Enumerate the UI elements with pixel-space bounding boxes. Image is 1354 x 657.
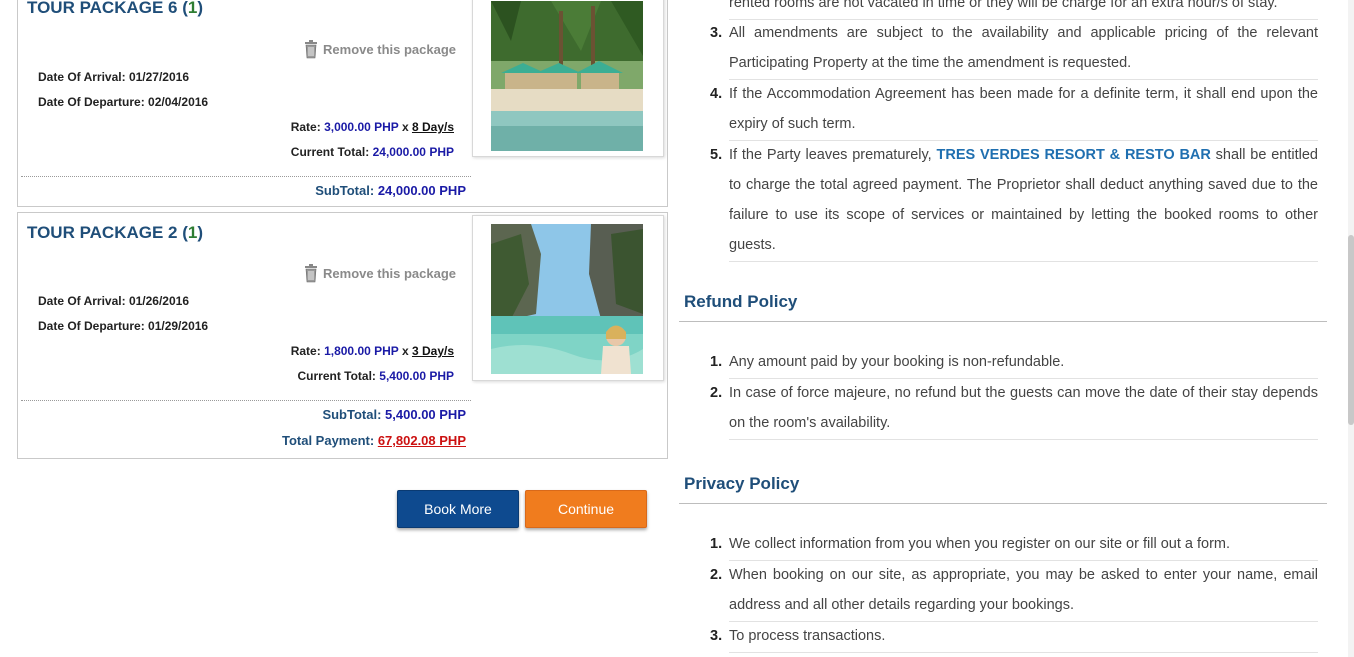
privacy-item-3: 3. To process transactions. bbox=[710, 621, 1318, 653]
refund-policy-title: Refund Policy bbox=[684, 292, 798, 311]
package-card-6: TOUR PACKAGE 6 (1) Remove this package D… bbox=[17, 0, 668, 207]
current-total: Current Total: 5,400.00 PHP bbox=[297, 369, 454, 383]
package-card-2: TOUR PACKAGE 2 (1) Remove this package D… bbox=[17, 212, 668, 459]
resort-name: TRES VERDES RESORT & RESTO BAR bbox=[936, 147, 1211, 163]
package-title: TOUR PACKAGE 2 (1) bbox=[27, 223, 204, 242]
total-payment: Total Payment: 67,802.08 PHP bbox=[281, 433, 466, 448]
divider bbox=[21, 400, 471, 401]
scrollbar-thumb[interactable] bbox=[1348, 235, 1354, 425]
trash-icon bbox=[305, 264, 318, 283]
trash-icon bbox=[305, 40, 318, 59]
package-count: 1 bbox=[187, 0, 198, 17]
package-count: 1 bbox=[187, 223, 198, 242]
days-link[interactable]: 8 Day/s bbox=[412, 120, 454, 134]
departure-date: Date Of Departure: 01/29/2016 bbox=[38, 319, 209, 333]
arrival-date: Date Of Arrival: 01/27/2016 bbox=[38, 70, 189, 84]
divider bbox=[21, 176, 471, 177]
privacy-item-2: 2. When booking on our site, as appropri… bbox=[710, 560, 1318, 622]
package-title: TOUR PACKAGE 6 (1) bbox=[27, 0, 204, 17]
terms-item-5: 5. If the Party leaves prematurely, TRES… bbox=[710, 140, 1318, 262]
continue-button[interactable]: Continue bbox=[525, 490, 647, 528]
terms-item-4: 4. If the Accommodation Agreement has be… bbox=[710, 79, 1318, 141]
days-link[interactable]: 3 Day/s bbox=[412, 344, 454, 358]
lagoon-photo bbox=[491, 224, 643, 374]
remove-package-button[interactable]: Remove this package bbox=[303, 263, 456, 283]
arrival-date: Date Of Arrival: 01/26/2016 bbox=[38, 294, 189, 308]
resort-photo bbox=[491, 1, 643, 151]
book-more-button[interactable]: Book More bbox=[397, 490, 519, 528]
departure-date: Date Of Departure: 02/04/2016 bbox=[38, 95, 209, 109]
subtotal: SubTotal: 5,400.00 PHP bbox=[322, 407, 466, 422]
current-total: Current Total: 24,000.00 PHP bbox=[290, 145, 454, 159]
privacy-policy-header: Privacy Policy bbox=[679, 468, 1327, 504]
privacy-item-1: 1. We collect information from you when … bbox=[710, 529, 1318, 561]
refund-item-1: 1. Any amount paid by your booking is no… bbox=[710, 347, 1318, 379]
package-thumbnail[interactable] bbox=[472, 215, 664, 381]
subtotal: SubTotal: 24,000.00 PHP bbox=[315, 183, 466, 198]
rate-line: Rate: 3,000.00 PHP x 8 Day/s bbox=[290, 120, 454, 134]
terms-item-3: 3. All amendments are subject to the ava… bbox=[710, 18, 1318, 80]
total-payment-amount[interactable]: 67,802.08 PHP bbox=[378, 433, 466, 448]
terms-item-cut: rented rooms are not vacated in time or … bbox=[710, 0, 1318, 20]
refund-item-2: 2. In case of force majeure, no refund b… bbox=[710, 378, 1318, 440]
refund-policy-header: Refund Policy bbox=[679, 286, 1327, 322]
privacy-policy-title: Privacy Policy bbox=[684, 474, 800, 493]
rate-line: Rate: 1,800.00 PHP x 3 Day/s bbox=[290, 344, 454, 358]
package-thumbnail[interactable] bbox=[472, 0, 664, 157]
remove-package-button[interactable]: Remove this package bbox=[303, 39, 456, 59]
